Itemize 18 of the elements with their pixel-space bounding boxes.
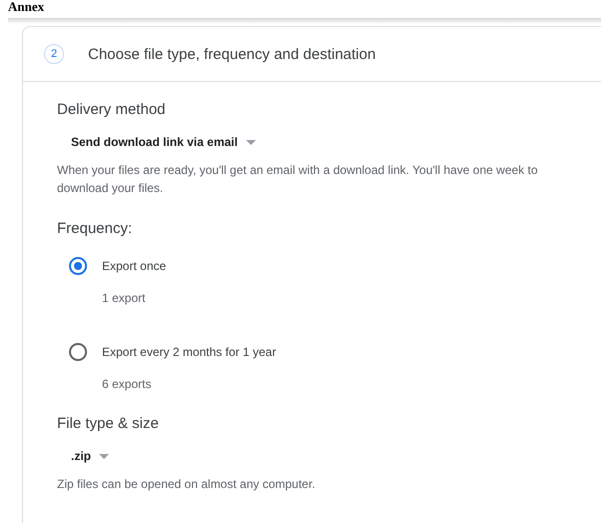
file-type-dropdown[interactable]: .zip	[71, 449, 109, 463]
delivery-description: When your files are ready, you'll get an email with a download link. You'll have one week to download your files.	[57, 162, 539, 197]
delivery-dropdown[interactable]: Send download link via email	[71, 135, 256, 149]
file-type-description: Zip files can be opened on almost any computer.	[57, 476, 316, 493]
section-label: Frequency:	[57, 220, 134, 237]
radio-button[interactable]	[69, 343, 87, 361]
section-label: File type & size	[57, 415, 160, 432]
radio-button[interactable]	[69, 257, 87, 275]
page-heading: Annex	[8, 0, 44, 13]
option-detail: 6 exports	[102, 377, 152, 391]
caret-icon	[246, 140, 256, 144]
step-number: 2	[44, 44, 64, 64]
caret-icon	[99, 454, 109, 458]
option-label: Export every 2 months for 1 year	[102, 345, 276, 359]
option-label: Export once	[102, 259, 166, 273]
option-detail: 1 export	[102, 291, 146, 305]
step-title: Choose file type, frequency and destination	[88, 46, 376, 62]
section-label: Delivery method	[57, 101, 166, 118]
